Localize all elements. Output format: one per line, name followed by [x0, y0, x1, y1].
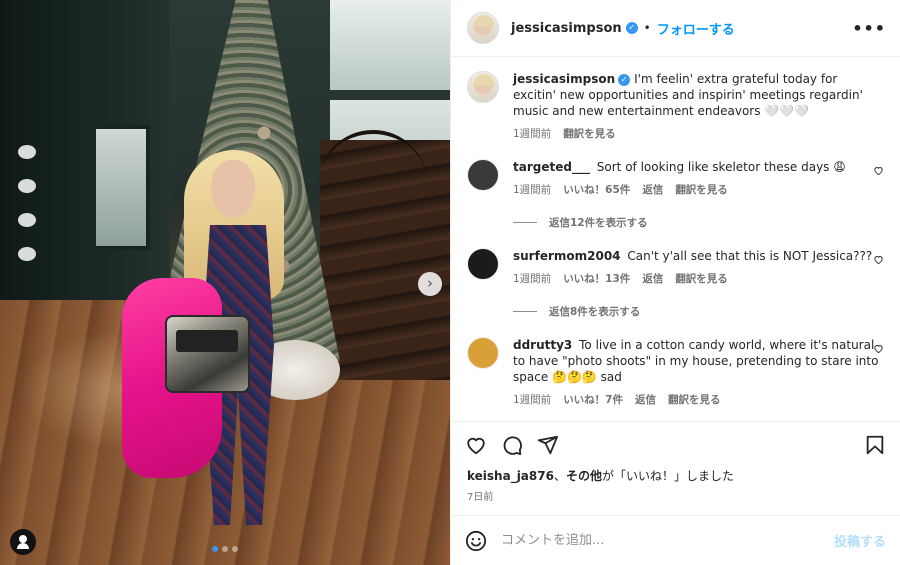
photo-wall-decor [18, 145, 36, 281]
comment-text: Sort of looking like skeletor these days… [596, 160, 846, 174]
like-comment-heart-icon[interactable] [873, 254, 884, 265]
photo-stair-rail [318, 130, 428, 280]
comment-time[interactable]: 1週間前 [513, 271, 551, 286]
tagged-users-icon[interactable] [10, 529, 36, 555]
photo-window [92, 125, 150, 250]
like-heart-icon[interactable] [465, 434, 487, 456]
avatar[interactable] [467, 12, 499, 44]
comment-item: ddrutty3 To live in a cotton candy world… [467, 337, 884, 407]
next-photo-button[interactable]: › [418, 272, 442, 296]
view-replies-label: 返信12件を表示する [549, 217, 648, 229]
comment-likes-count[interactable]: いいね！13件 [563, 271, 630, 286]
photo-handbag [165, 315, 250, 393]
comment-reply-button[interactable]: 返信 [642, 271, 663, 286]
like-comment-heart-icon[interactable] [873, 343, 884, 354]
header-username[interactable]: jessicasimpson [511, 21, 622, 36]
comment-reply-button[interactable]: 返信 [635, 392, 656, 407]
caption-avatar[interactable] [467, 71, 499, 103]
post-side-panel: jessicasimpson ✓ • フォローする ••• jessicasim… [450, 0, 900, 565]
comments-list[interactable]: jessicasimpson ✓ I'm feelin' extra gratefu… [451, 57, 900, 421]
like-comment-heart-icon[interactable] [873, 165, 884, 176]
emoji-smiley-icon[interactable] [465, 530, 487, 552]
likes-others[interactable]: その他 [566, 469, 602, 483]
carousel-indicator [212, 546, 238, 552]
comment-bubble-icon[interactable] [501, 434, 523, 456]
view-replies-button[interactable]: 返信8件を表示する [513, 304, 884, 319]
view-replies-label: 返信8件を表示する [549, 306, 641, 318]
verified-badge-icon: ✓ [618, 74, 631, 86]
share-paper-plane-icon[interactable] [537, 434, 559, 456]
comment-reply-button[interactable]: 返信 [642, 182, 663, 197]
comment-item: surfermom2004 Can't y'all see that this … [467, 248, 884, 286]
comment-likes-count[interactable]: いいね！7件 [563, 392, 623, 407]
comment-item: targeted___ Sort of looking like skeleto… [467, 159, 884, 197]
carousel-dot [212, 546, 218, 552]
photo-window-top [330, 0, 450, 90]
save-bookmark-icon[interactable] [864, 434, 886, 456]
comment-translate-link[interactable]: 翻訳を見る [675, 182, 728, 197]
post-date[interactable]: 7日前 [451, 484, 900, 515]
verified-badge-icon: ✓ [625, 22, 638, 34]
comment-avatar[interactable] [467, 159, 499, 191]
comment-composer: 投稿する [451, 515, 900, 565]
comment-likes-count[interactable]: いいね！65件 [563, 182, 630, 197]
comment-translate-link[interactable]: 翻訳を見る [668, 392, 721, 407]
carousel-dot [232, 546, 238, 552]
comment-text: Can't y'all see that this is NOT Jessica… [627, 249, 873, 263]
more-options-icon[interactable]: ••• [852, 19, 886, 38]
comment-time[interactable]: 1週間前 [513, 392, 551, 407]
likes-suffix: が「いいね！」しました [601, 469, 734, 483]
comment-username[interactable]: ddrutty3 [513, 338, 572, 352]
comment-time[interactable]: 1週間前 [513, 182, 551, 197]
comment-avatar[interactable] [467, 248, 499, 280]
comment-username[interactable]: surfermom2004 [513, 249, 621, 263]
follow-button[interactable]: フォローする [657, 19, 735, 38]
header-separator: • [643, 21, 651, 35]
likes-sep: 、 [553, 469, 566, 483]
view-replies-button[interactable]: 返信12件を表示する [513, 215, 884, 230]
caption-translate-link[interactable]: 翻訳を見る [563, 126, 616, 141]
caption: jessicasimpson ✓ I'm feelin' extra gratefu… [467, 71, 884, 141]
comment-avatar[interactable] [467, 337, 499, 369]
carousel-dot [222, 546, 228, 552]
comment-translate-link[interactable]: 翻訳を見る [675, 271, 728, 286]
comment-input[interactable] [501, 533, 834, 548]
post-comment-button[interactable]: 投稿する [834, 531, 886, 550]
likes-summary: keisha_ja876、その他が「いいね！」しました [451, 467, 900, 484]
caption-time[interactable]: 1週間前 [513, 126, 551, 141]
comment-username[interactable]: targeted___ [513, 160, 590, 174]
photo-person-face [211, 160, 255, 218]
post-actions-bar [451, 421, 900, 467]
post-header: jessicasimpson ✓ • フォローする ••• [451, 0, 900, 57]
post-photo[interactable]: › [0, 0, 450, 565]
likes-user[interactable]: keisha_ja876 [467, 469, 554, 483]
caption-username[interactable]: jessicasimpson [513, 72, 615, 86]
photo-handbag-flap [176, 330, 238, 352]
